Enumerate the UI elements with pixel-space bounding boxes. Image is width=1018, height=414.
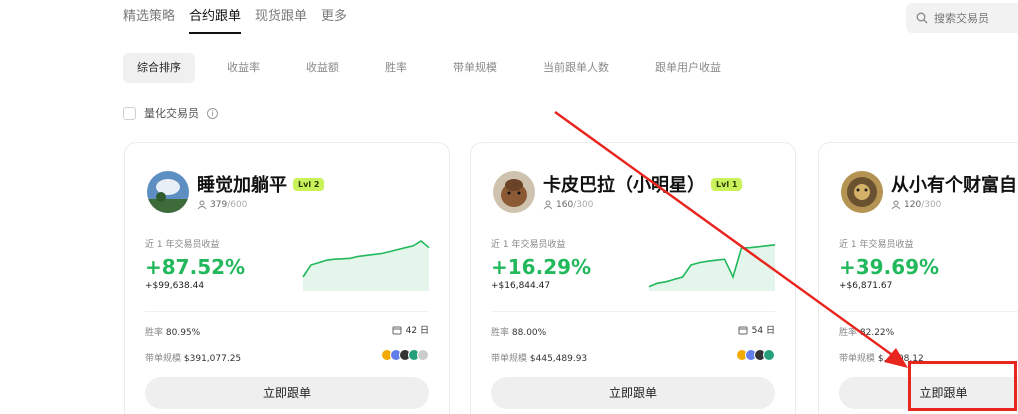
annotation-highlight-box [908, 361, 1017, 411]
profit-label: 近 1 年交易员收益 [145, 240, 220, 250]
divider [491, 311, 775, 312]
search-icon [916, 12, 928, 24]
info-icon[interactable]: i [207, 107, 218, 119]
follower-count: 160/300 [543, 200, 593, 210]
sort-overall[interactable]: 综合排序 [123, 53, 195, 83]
sparkline-area [303, 241, 429, 291]
profit-sparkline [302, 240, 430, 291]
user-icon [197, 200, 207, 210]
profit-sparkline [648, 244, 776, 291]
tab-more[interactable]: 更多 [321, 8, 347, 34]
divider [839, 311, 1018, 312]
aum: 带单规模 $391,077.25 [145, 354, 242, 364]
sort-profit[interactable]: 收益额 [292, 53, 353, 83]
follower-count: 379/600 [197, 200, 247, 210]
sort-return-rate[interactable]: 收益率 [213, 53, 274, 83]
follow-button[interactable]: 立即跟单 [491, 377, 775, 409]
profit-label: 近 1 年交易员收益 [491, 240, 566, 250]
quant-label: 量化交易员 [144, 107, 199, 120]
tab-futures-copy[interactable]: 合约跟单 [189, 8, 242, 34]
tab-featured[interactable]: 精选策略 [123, 8, 175, 34]
sort-aum[interactable]: 带单规模 [439, 53, 511, 83]
divider [145, 311, 429, 312]
sparkline-area [649, 244, 775, 291]
calendar-icon [738, 326, 748, 334]
tab-spot-copy[interactable]: 现货跟单 [255, 8, 307, 34]
user-icon [543, 200, 553, 210]
coin-icons [381, 349, 429, 361]
profit-label: 近 1 年交易员收益 [839, 240, 914, 250]
win-rate: 胜率 88.00% [491, 328, 547, 338]
avatar [493, 171, 535, 213]
profit-percent: +16.29% [491, 255, 592, 279]
sort-bar: 综合排序 收益率 收益额 胜率 带单规模 当前跟单人数 跟单用户收益 [123, 53, 753, 83]
quant-checkbox[interactable] [123, 106, 136, 120]
profit-usd: +$99,638.44 [145, 281, 205, 291]
trader-card[interactable]: 睡觉加躺平 Lvl 2 379/600 近 1 年交易员收益 +87.52% +$… [124, 142, 450, 414]
avatar [147, 171, 189, 213]
trading-days: 42 日 [392, 323, 429, 336]
avatar [841, 171, 883, 213]
search-input[interactable] [934, 11, 1018, 25]
trading-days: 54 日 [738, 323, 775, 336]
sort-win-rate[interactable]: 胜率 [371, 53, 421, 83]
trader-name: 从小有个财富自 [891, 175, 1017, 196]
sort-current-followers[interactable]: 当前跟单人数 [529, 53, 623, 83]
quant-filter[interactable]: 量化交易员 i [123, 105, 218, 121]
trader-name: 卡皮巴拉（小明星） Lvl 1 [543, 171, 743, 197]
profit-percent: +39.69% [839, 255, 940, 279]
win-rate: 胜率 82.22% [839, 328, 895, 338]
trader-search[interactable] [906, 3, 1018, 33]
trader-card[interactable]: 卡皮巴拉（小明星） Lvl 1 160/300 近 1 年交易员收益 +16.29… [470, 142, 796, 414]
profit-percent: +87.52% [145, 255, 246, 279]
win-rate: 胜率 80.95% [145, 328, 201, 338]
top-nav: 精选策略 合约跟单 现货跟单 更多 [123, 8, 361, 34]
aum: 带单规模 $445,489.93 [491, 354, 588, 364]
profit-usd: +$16,844.47 [491, 281, 551, 291]
user-icon [891, 200, 901, 210]
level-badge: Lvl 2 [293, 177, 325, 191]
coin-icon [763, 349, 775, 361]
follower-count: 120/300 [891, 200, 941, 210]
calendar-icon [392, 326, 402, 334]
sort-follower-profit[interactable]: 跟单用户收益 [641, 53, 735, 83]
coin-icon [417, 349, 429, 361]
follow-button[interactable]: 立即跟单 [145, 377, 429, 409]
level-badge: Lvl 1 [711, 177, 743, 191]
coin-icons [736, 349, 775, 361]
trader-name: 睡觉加躺平 Lvl 2 [197, 171, 325, 197]
profit-usd: +$6,871.67 [839, 281, 893, 291]
